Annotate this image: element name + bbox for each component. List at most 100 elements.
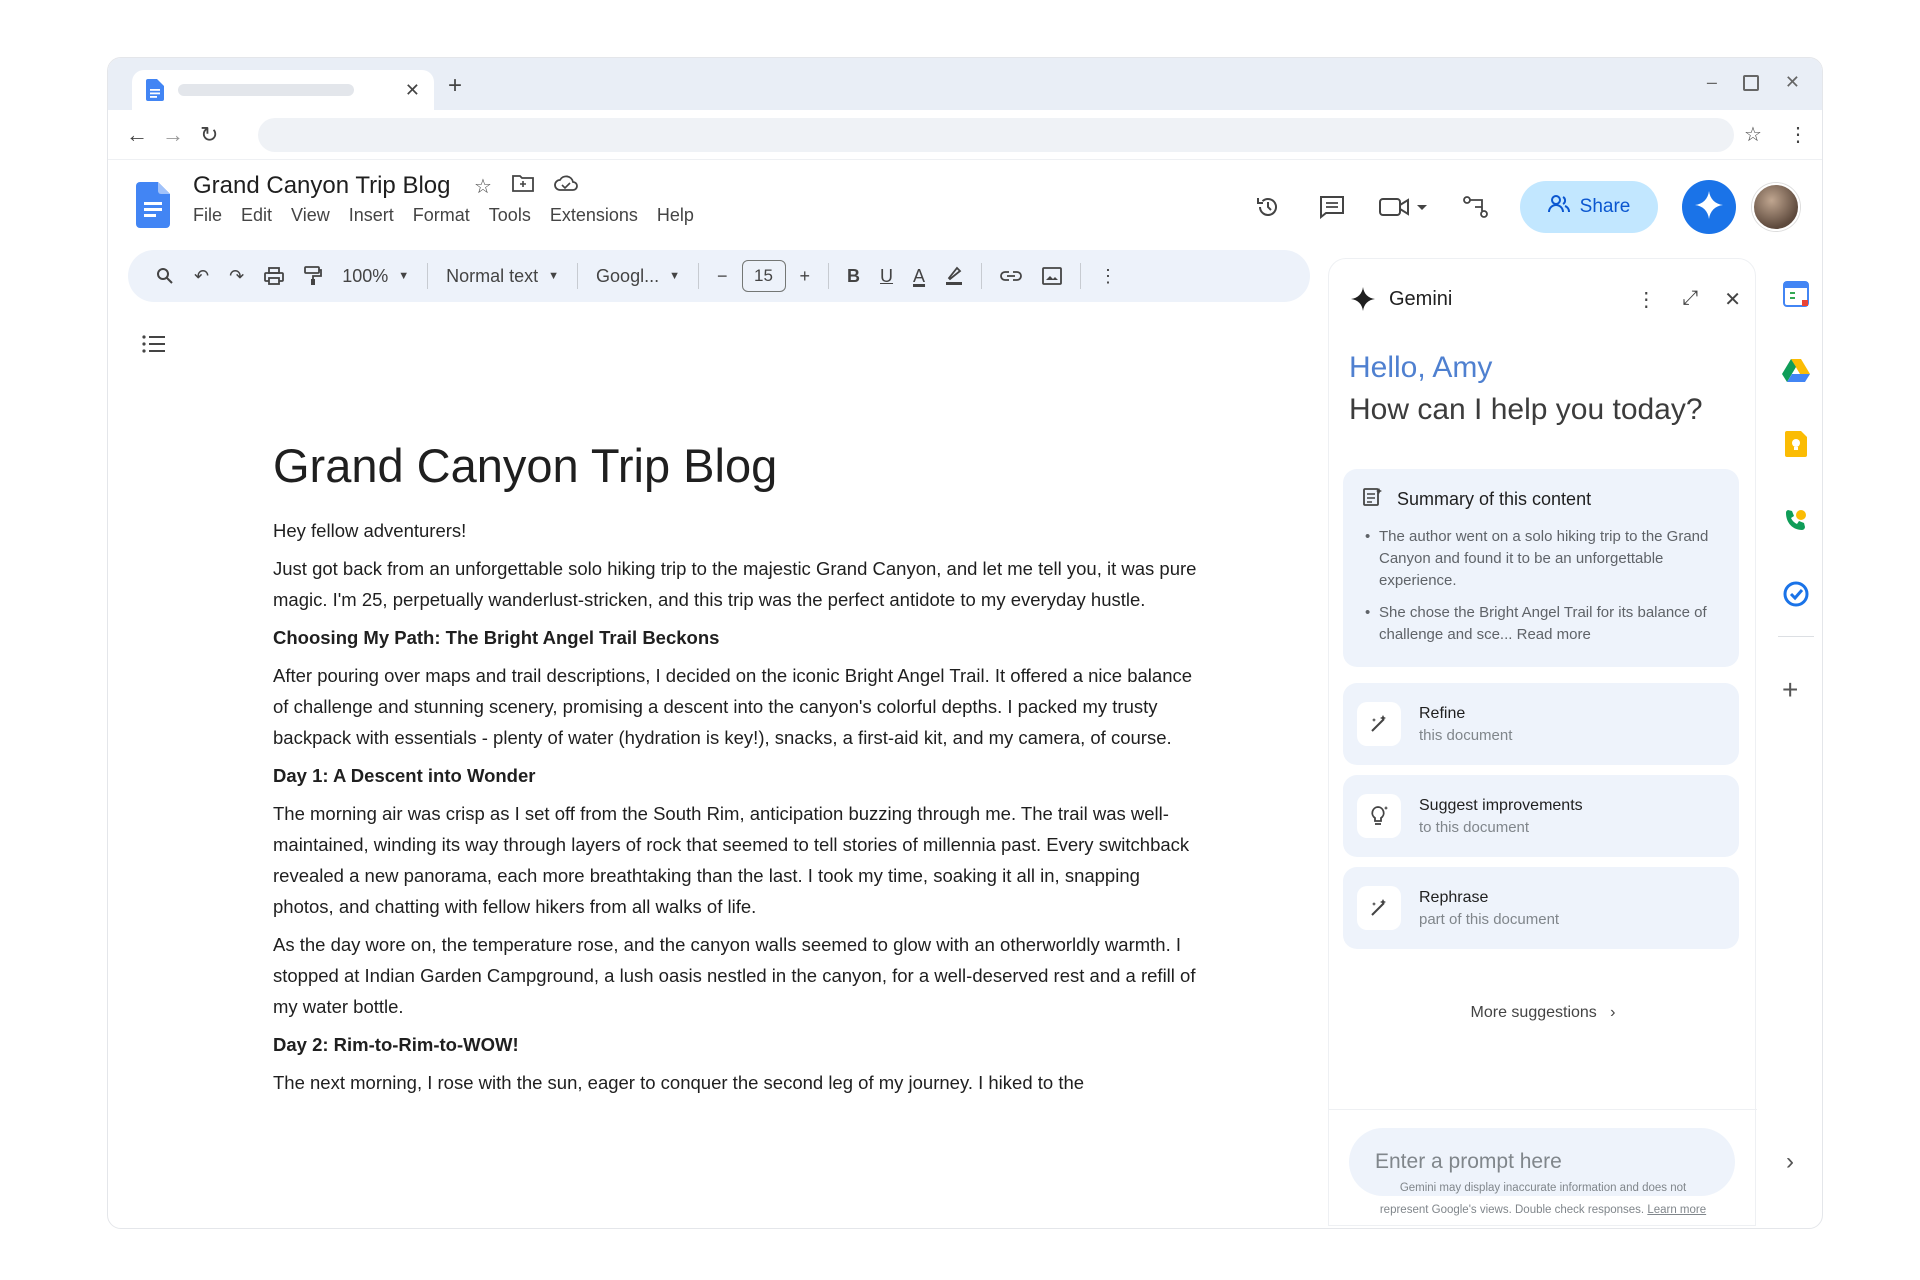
- outline-list-icon[interactable]: [142, 330, 166, 361]
- docs-header: Grand Canyon Trip Blog ☆ File Edit View …: [108, 160, 1822, 238]
- forward-icon[interactable]: →: [162, 122, 184, 148]
- close-icon[interactable]: ✕: [1724, 287, 1741, 312]
- window-close-icon[interactable]: ✕: [1785, 72, 1800, 93]
- back-icon[interactable]: ←: [126, 122, 148, 148]
- decrease-font-size-button[interactable]: −: [707, 256, 738, 296]
- expand-icon[interactable]: ⤢: [1682, 287, 1698, 312]
- redo-icon[interactable]: ↷: [219, 256, 254, 296]
- maximize-icon[interactable]: [1742, 74, 1759, 91]
- undo-icon[interactable]: ↶: [184, 256, 219, 296]
- meet-call-icon[interactable]: [1376, 187, 1432, 227]
- avatar[interactable]: [1752, 183, 1800, 231]
- suggestion-improvements[interactable]: Suggest improvements to this document: [1343, 775, 1739, 857]
- help-prompt: How can I help you today?: [1349, 393, 1703, 426]
- toolbar-divider: [697, 263, 699, 289]
- menu-file[interactable]: File: [193, 205, 222, 226]
- section-heading: Choosing My Path: The Bright Angel Trail…: [273, 627, 720, 648]
- greeting: Hello, Amy: [1349, 351, 1493, 384]
- voice-call-icon[interactable]: [1782, 506, 1810, 534]
- editing-mode-icon[interactable]: [1456, 187, 1496, 227]
- chevron-right-icon[interactable]: ›: [1786, 1148, 1794, 1176]
- docs-logo-icon[interactable]: [136, 182, 170, 228]
- toolbar-divider: [1080, 263, 1082, 289]
- summary-card[interactable]: Summary of this content The author went …: [1343, 469, 1739, 667]
- search-menus-icon[interactable]: [146, 256, 184, 296]
- style-select[interactable]: Normal text ▼: [436, 256, 569, 296]
- paragraph: As the day wore on, the temperature rose…: [273, 934, 1196, 1017]
- font-value: Googl...: [596, 265, 660, 286]
- gemini-panel: Gemini ⋮ ⤢ ✕ Hello, Amy How can I help y…: [1328, 258, 1757, 1226]
- window-controls: – ✕: [1707, 72, 1800, 93]
- zoom-select[interactable]: 100% ▼: [332, 256, 419, 296]
- suggestion-subtitle: part of this document: [1419, 910, 1560, 928]
- increase-font-size-button[interactable]: +: [790, 256, 821, 296]
- magic-pen-icon: [1357, 886, 1401, 930]
- paragraph: Hey fellow adventurers!: [273, 520, 467, 541]
- tab-close-icon[interactable]: ✕: [405, 80, 420, 101]
- gemini-panel-title: Gemini: [1389, 287, 1453, 310]
- move-folder-icon[interactable]: [512, 174, 534, 199]
- browser-tab[interactable]: ✕: [132, 70, 434, 110]
- add-addon-icon[interactable]: +: [1782, 674, 1798, 706]
- menu-edit[interactable]: Edit: [241, 205, 272, 226]
- menu-format[interactable]: Format: [413, 205, 470, 226]
- paragraph: After pouring over maps and trail descri…: [273, 665, 1193, 748]
- star-icon[interactable]: ☆: [474, 174, 492, 199]
- gemini-button[interactable]: [1682, 180, 1736, 234]
- menu-tools[interactable]: Tools: [489, 205, 531, 226]
- chevron-right-icon: ›: [1601, 1004, 1616, 1021]
- insert-link-icon[interactable]: [990, 256, 1032, 296]
- share-label: Share: [1579, 196, 1631, 217]
- text-color-button[interactable]: A: [903, 256, 935, 296]
- toolbar-divider: [828, 263, 830, 289]
- section-heading: Day 1: A Descent into Wonder: [273, 765, 536, 786]
- suggestion-text: Suggest improvements to this document: [1419, 797, 1583, 836]
- tasks-icon[interactable]: [1782, 580, 1810, 608]
- browser-menu-icon[interactable]: ⋮: [1788, 122, 1808, 147]
- document-title[interactable]: Grand Canyon Trip Blog: [193, 172, 450, 200]
- underline-button[interactable]: U: [870, 256, 903, 296]
- bold-button[interactable]: B: [837, 256, 870, 296]
- dropdown-arrow-icon: ▼: [398, 270, 410, 282]
- paragraph: Just got back from an unforgettable solo…: [273, 558, 1197, 610]
- menu-insert[interactable]: Insert: [349, 205, 394, 226]
- lightbulb-icon: [1357, 794, 1401, 838]
- suggestion-refine[interactable]: Refine this document: [1343, 683, 1739, 765]
- more-suggestions-label: More suggestions: [1470, 1004, 1597, 1021]
- font-select[interactable]: Googl... ▼: [586, 256, 690, 296]
- suggestion-rephrase[interactable]: Rephrase part of this document: [1343, 867, 1739, 949]
- menu-bar: File Edit View Insert Format Tools Exten…: [193, 205, 694, 226]
- font-size-input[interactable]: 15: [741, 260, 786, 292]
- suggestion-subtitle: to this document: [1419, 818, 1530, 836]
- more-options-icon[interactable]: ⋮: [1636, 287, 1656, 312]
- section-heading: Day 2: Rim-to-Rim-to-WOW!: [273, 1034, 519, 1055]
- insert-image-icon[interactable]: [1032, 256, 1072, 296]
- reload-icon[interactable]: ↻: [200, 122, 218, 148]
- summary-title: Summary of this content: [1397, 489, 1592, 509]
- minimize-icon[interactable]: –: [1707, 72, 1717, 93]
- menu-extensions[interactable]: Extensions: [550, 205, 638, 226]
- highlight-color-icon[interactable]: [935, 256, 973, 296]
- document-body[interactable]: Grand Canyon Trip Blog Hey fellow advent…: [273, 438, 1203, 1105]
- menu-help[interactable]: Help: [657, 205, 694, 226]
- print-icon[interactable]: [254, 256, 294, 296]
- drive-icon[interactable]: [1782, 356, 1810, 384]
- version-history-icon[interactable]: [1248, 187, 1288, 227]
- paint-format-icon[interactable]: [294, 256, 332, 296]
- address-bar[interactable]: [258, 118, 1734, 152]
- menu-view[interactable]: View: [291, 205, 330, 226]
- keep-icon[interactable]: [1782, 430, 1810, 458]
- people-icon: [1547, 195, 1570, 219]
- disclaimer-line-2: represent Google's views. Double check r…: [1329, 1199, 1757, 1221]
- cloud-status-icon[interactable]: [554, 174, 578, 199]
- more-suggestions-link[interactable]: More suggestions ›: [1329, 1004, 1757, 1022]
- read-more-link[interactable]: Read more: [1517, 626, 1591, 643]
- learn-more-link[interactable]: Learn more: [1647, 1204, 1706, 1216]
- comments-icon[interactable]: [1312, 187, 1352, 227]
- summary-icon: [1363, 487, 1383, 512]
- new-tab-button[interactable]: +: [448, 72, 462, 100]
- share-button[interactable]: Share: [1520, 181, 1658, 233]
- bookmark-star-icon[interactable]: ☆: [1744, 122, 1762, 147]
- calendar-icon[interactable]: [1782, 280, 1810, 308]
- more-tools-icon[interactable]: ⋮: [1089, 256, 1127, 296]
